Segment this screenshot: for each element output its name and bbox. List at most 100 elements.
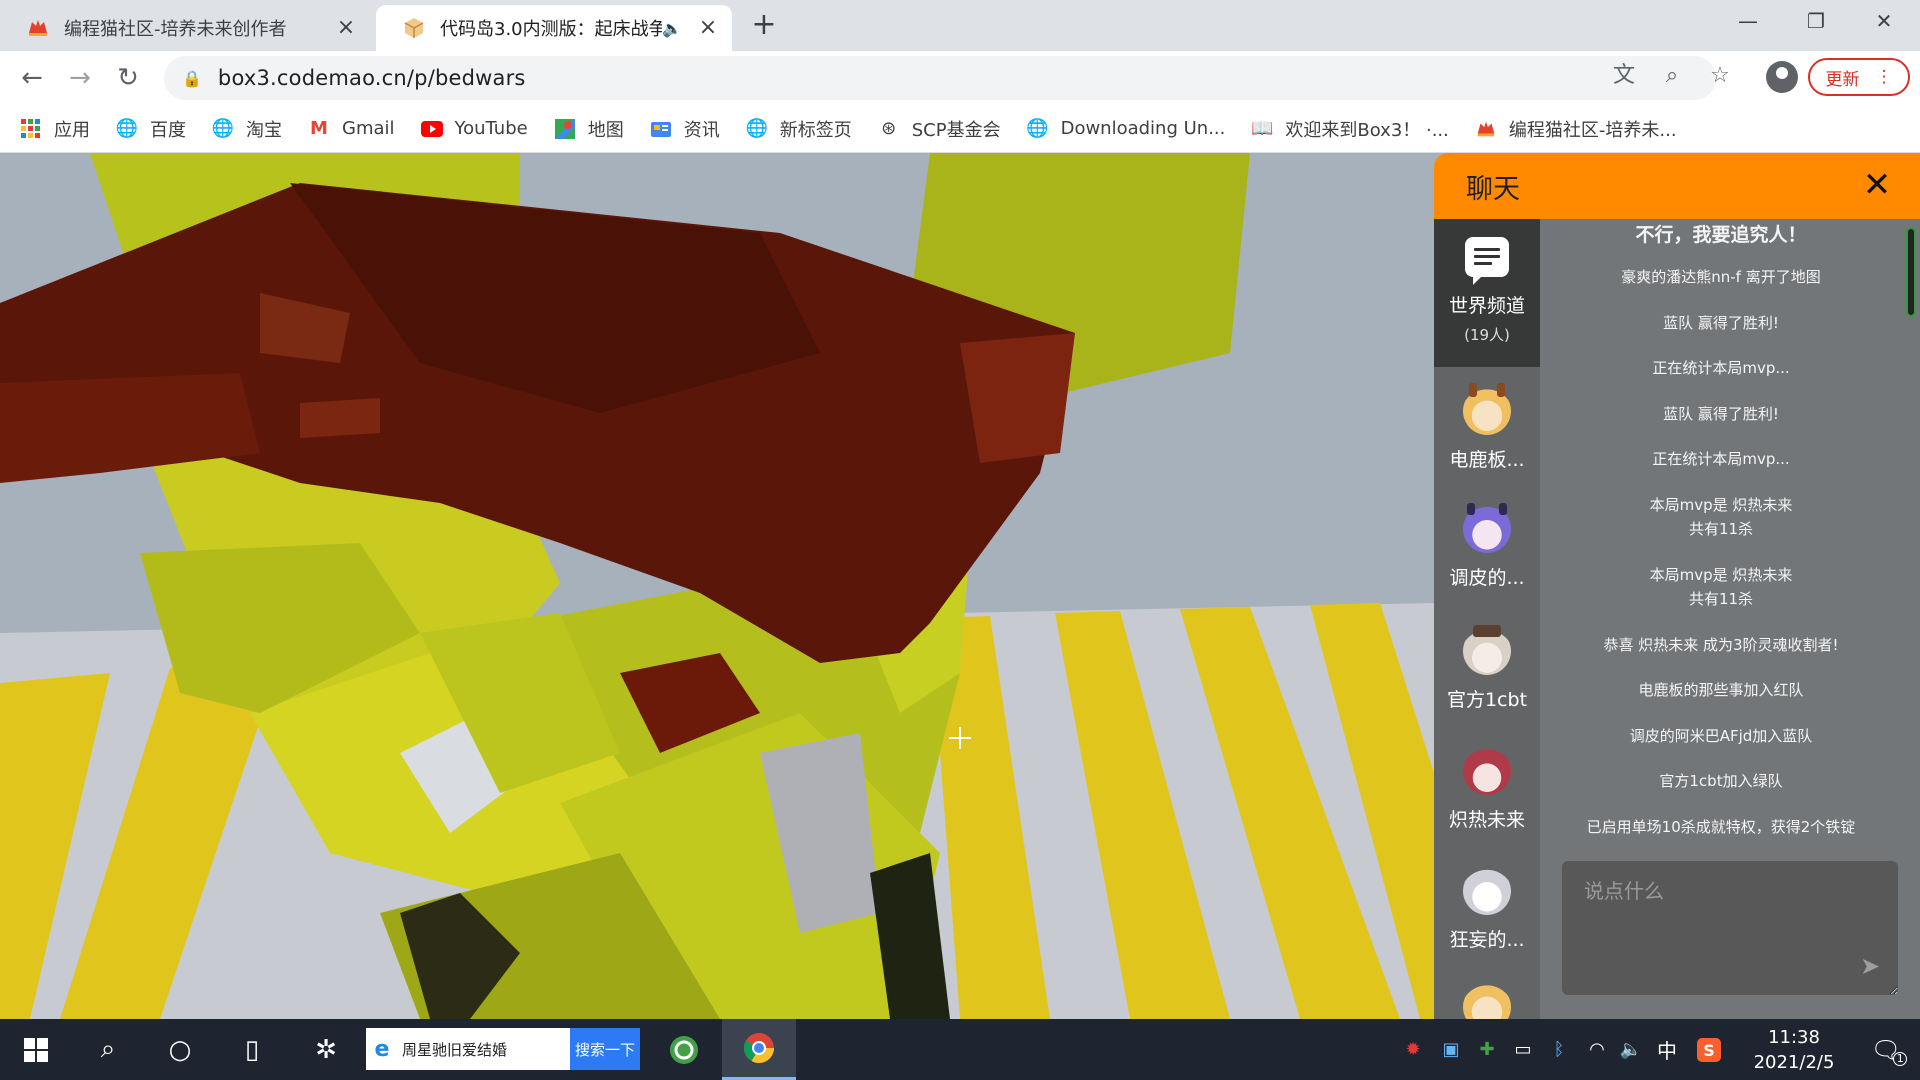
maps-icon (554, 118, 576, 140)
chat-channel-list: 世界频道 (19人) 电鹿板... 调皮的... 官方1cbt 炽热未来 狂妄的… (1434, 219, 1540, 1019)
ie-icon: e (374, 1036, 390, 1062)
chrome-icon[interactable] (722, 1019, 796, 1080)
close-icon[interactable]: ✕ (1860, 168, 1894, 203)
close-icon[interactable]: × (698, 17, 718, 39)
new-tab-button[interactable]: + (748, 10, 780, 42)
tray-360-icon[interactable]: ✚ (1472, 1019, 1502, 1080)
bookmark-youtube[interactable]: YouTube (420, 118, 528, 140)
bookmark-maps[interactable]: 地图 (554, 116, 624, 142)
close-icon[interactable]: × (336, 17, 356, 39)
chat-message: 本局mvp是 炽热未来 共有11杀 (1649, 496, 1793, 538)
chat-message: 调皮的阿米巴AFjd加入蓝队 (1629, 727, 1813, 745)
restore-icon[interactable]: ❐ (1782, 0, 1850, 42)
book-icon: 📖 (1251, 118, 1274, 139)
globe-icon: 🌐 (211, 118, 235, 139)
world-channel-tab[interactable]: 世界频道 (19人) (1434, 219, 1540, 367)
svg-text:S: S (1703, 1041, 1715, 1060)
wifi-icon[interactable]: ◠ (1582, 1019, 1612, 1080)
chat-message: 正在统计本局mvp... (1652, 359, 1790, 377)
tab-bedwars[interactable]: 代码岛3.0内测版：起床战争 🔈 × (376, 5, 732, 51)
volume-icon[interactable]: 🔈 (1616, 1019, 1646, 1080)
cortana-icon[interactable]: ○ (150, 1019, 210, 1080)
bookmark-codemao[interactable]: 编程猫社区-培养未... (1475, 116, 1677, 142)
bookmark-gmail[interactable]: M Gmail (308, 118, 394, 140)
globe-icon: 🌐 (745, 118, 768, 139)
windows-taskbar: ⌕ ○ ▯ ✲ e 周星驰旧爱结婚 搜索一下 ✹ ▣ ✚ ▭ ᛒ ◠ 🔈 中 S… (0, 1019, 1920, 1080)
player-item[interactable]: 电鹿板... (1434, 383, 1540, 507)
profile-avatar-icon[interactable] (1766, 61, 1798, 93)
gmail-icon: M (310, 118, 328, 139)
battery-icon[interactable]: ▭ (1508, 1019, 1538, 1080)
chat-message: 不行，我要追究人！ (1635, 224, 1807, 246)
speaker-icon[interactable]: 🔈 (662, 19, 682, 38)
player-name: 电鹿板... (1449, 449, 1525, 471)
player-item[interactable] (1434, 983, 1540, 1019)
box3-icon (402, 16, 426, 40)
window-close-icon[interactable]: ✕ (1850, 0, 1918, 42)
search-icon[interactable]: ⌕ (78, 1019, 138, 1080)
player-item[interactable]: 调皮的... (1434, 503, 1540, 625)
minimize-icon[interactable]: — (1714, 0, 1782, 42)
bookmark-news[interactable]: 资讯 (650, 116, 720, 142)
chat-message-list[interactable]: 不行，我要追究人！ 豪爽的潘达熊nn-f 离开了地图 蓝队 赢得了胜利! 正在统… (1540, 219, 1902, 841)
sogou-icon[interactable]: S (1694, 1019, 1724, 1080)
lock-icon: 🔒 (182, 68, 202, 88)
chat-header: 聊天 ✕ (1434, 153, 1920, 219)
app-pinwheel-icon[interactable]: ✲ (296, 1019, 356, 1080)
bookmark-downloading[interactable]: 🌐 Downloading Un... (1026, 118, 1225, 140)
tab-strip: 编程猫社区-培养未来创作者 × 代码岛3.0内测版：起床战争 🔈 × + — ❐… (0, 0, 1920, 51)
back-icon[interactable]: ← (14, 60, 50, 96)
chat-message: 蓝队 赢得了胜利! (1663, 314, 1779, 332)
bookmark-taobao[interactable]: 🌐 淘宝 (212, 116, 282, 142)
player-item[interactable]: 狂妄的... (1434, 867, 1540, 987)
bookmark-scp[interactable]: ⊛ SCP基金会 (878, 116, 1000, 142)
world-channel-name: 世界频道 (1448, 295, 1525, 317)
more-menu-icon: ⋮ (1875, 67, 1893, 87)
chat-message: 已启用单场10杀成就特权，获得2个铁锭 (1586, 818, 1856, 836)
update-button[interactable]: 更新 ⋮ (1808, 58, 1910, 96)
url-text[interactable]: box3.codemao.cn/p/bedwars (218, 66, 526, 90)
reload-icon[interactable]: ↻ (110, 60, 146, 96)
bluetooth-icon[interactable]: ᛒ (1544, 1019, 1574, 1080)
browser-toolbar: ← → ↻ 🔒 box3.codemao.cn/p/bedwars 文 ⌕ ☆ … (0, 51, 1920, 105)
zoom-icon[interactable]: ⌕ (1658, 62, 1686, 90)
player-name: 狂妄的... (1449, 929, 1525, 951)
bookmark-box3[interactable]: 📖 欢迎来到Box3！ ·... (1251, 116, 1449, 142)
star-icon[interactable]: ☆ (1706, 62, 1734, 90)
bookmark-new-tab[interactable]: 🌐 新标签页 (746, 116, 852, 142)
player-avatar (1463, 503, 1511, 553)
notification-count: 1 (1893, 1051, 1908, 1066)
tray-app-icon[interactable]: ✹ (1398, 1019, 1428, 1080)
player-avatar (1463, 747, 1511, 795)
taskbar-search-box[interactable]: e 周星驰旧爱结婚 搜索一下 (366, 1028, 640, 1070)
chat-input[interactable] (1562, 861, 1898, 995)
chat-scrollbar[interactable] (1906, 227, 1916, 317)
translate-icon[interactable]: 文 (1610, 62, 1638, 90)
browser-360-icon[interactable] (654, 1019, 714, 1080)
world-channel-count: (19人) (1464, 326, 1510, 344)
chat-message-area: 不行，我要追究人！ 豪爽的潘达熊nn-f 离开了地图 蓝队 赢得了胜利! 正在统… (1540, 219, 1920, 1019)
clock-date: 2021/2/5 (1753, 1052, 1835, 1073)
tray-keyboard-icon[interactable]: ▣ (1436, 1019, 1466, 1080)
tab-codemao-community[interactable]: 编程猫社区-培养未来创作者 × (0, 5, 370, 51)
send-icon[interactable]: ➤ (1860, 954, 1886, 978)
windows-start-icon[interactable] (6, 1019, 66, 1080)
player-avatar (1463, 625, 1511, 675)
player-item[interactable]: 官方1cbt (1434, 625, 1540, 747)
codemao-icon (1475, 118, 1497, 140)
ime-indicator[interactable]: 中 (1652, 1019, 1682, 1080)
taskbar-search-query[interactable]: 周星驰旧爱结婚 (398, 1039, 570, 1060)
update-label: 更新 (1825, 69, 1860, 90)
forward-icon[interactable]: → (62, 60, 98, 96)
chat-message: 恭喜 炽热未来 成为3阶灵魂收割者! (1603, 636, 1839, 654)
player-item[interactable]: 炽热未来 (1434, 747, 1540, 867)
address-bar[interactable]: 🔒 box3.codemao.cn/p/bedwars (164, 56, 1716, 100)
player-avatar (1463, 983, 1511, 1019)
taskbar-search-button[interactable]: 搜索一下 (570, 1028, 640, 1070)
task-view-icon[interactable]: ▯ (222, 1019, 282, 1080)
bookmark-apps[interactable]: 应用 (20, 116, 90, 142)
notification-center-icon[interactable]: 🗨 1 (1866, 1019, 1908, 1080)
globe-icon: 🌐 (115, 118, 139, 139)
taskbar-clock[interactable]: 11:38 2021/2/5 (1734, 1025, 1854, 1075)
bookmark-baidu[interactable]: 🌐 百度 (116, 116, 186, 142)
